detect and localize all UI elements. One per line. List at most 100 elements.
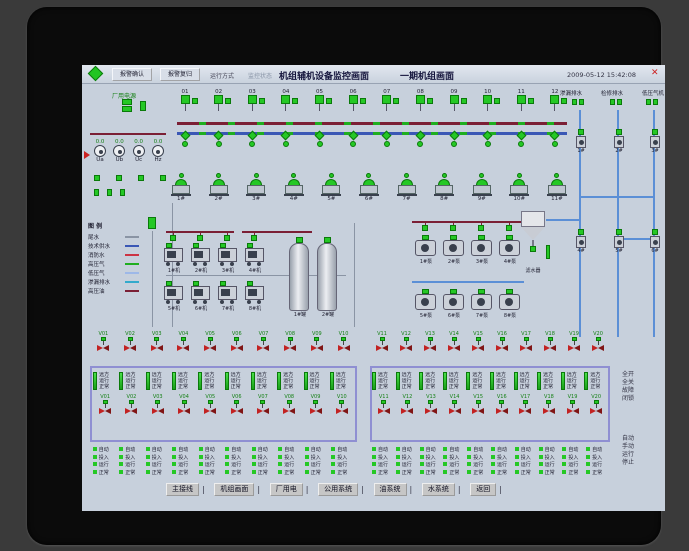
- valve-unit[interactable]: V18: [537, 394, 561, 415]
- pipe-pump-assembly[interactable]: 3#: [647, 129, 663, 154]
- breaker-icon[interactable]: [140, 101, 146, 111]
- breaker-icon[interactable]: [550, 95, 568, 104]
- valve-unit[interactable]: V04: [172, 394, 196, 415]
- valve-unit[interactable]: V19: [561, 394, 585, 415]
- valve-icon[interactable]: [316, 141, 323, 147]
- pump-unit[interactable]: 11#: [544, 173, 570, 203]
- valve-unit[interactable]: V12: [396, 394, 420, 415]
- breaker-icon[interactable]: [180, 95, 198, 104]
- transformer-icon[interactable]: [122, 99, 132, 113]
- nav-button[interactable]: 厂用电: [269, 483, 303, 496]
- pipe-pump-assembly[interactable]: 6#: [647, 229, 663, 254]
- valve-icon[interactable]: [138, 175, 144, 181]
- air-tank[interactable]: 1#罐: [289, 237, 309, 318]
- close-icon[interactable]: ✕: [651, 68, 659, 78]
- valve-icon[interactable]: [450, 225, 456, 231]
- disconnector-icon[interactable]: [213, 130, 224, 141]
- breaker-icon[interactable]: [382, 95, 400, 104]
- valve-unit[interactable]: V09: [305, 331, 329, 352]
- valve-unit[interactable]: V07: [251, 394, 275, 415]
- alarm-ack-button[interactable]: 报警确认: [112, 68, 152, 81]
- pipe-pump-assembly[interactable]: 5#: [611, 229, 627, 254]
- valve-unit[interactable]: V17: [514, 394, 538, 415]
- valve-unit[interactable]: V13: [418, 331, 442, 352]
- valve-unit[interactable]: V05: [198, 331, 222, 352]
- valve-icon[interactable]: [160, 175, 166, 181]
- valve-unit[interactable]: V06: [225, 394, 249, 415]
- disconnector-icon[interactable]: [482, 130, 493, 141]
- home-icon[interactable]: [87, 65, 104, 82]
- valve-icon[interactable]: [518, 141, 525, 147]
- pump-unit[interactable]: 1#: [168, 173, 194, 203]
- breaker-icon[interactable]: [483, 95, 501, 104]
- disconnector-icon[interactable]: [314, 130, 325, 141]
- nav-button[interactable]: 返回: [470, 483, 497, 496]
- pipe-pump-assembly[interactable]: 1#: [573, 129, 589, 154]
- alarm-reset-button[interactable]: 报警复归: [160, 68, 200, 81]
- pump-unit[interactable]: 3#: [243, 173, 269, 203]
- pump-unit[interactable]: 7#: [394, 173, 420, 203]
- valve-icon[interactable]: [94, 175, 100, 181]
- valve-unit[interactable]: V14: [442, 331, 466, 352]
- disconnector-icon[interactable]: [516, 130, 527, 141]
- breaker-icon[interactable]: [449, 95, 467, 104]
- valve-unit[interactable]: V17: [514, 331, 538, 352]
- valve-unit[interactable]: V16: [490, 394, 514, 415]
- valve-icon[interactable]: [251, 235, 257, 241]
- valve-unit[interactable]: V02: [118, 331, 142, 352]
- valve-unit[interactable]: V09: [304, 394, 328, 415]
- valve-unit[interactable]: V10: [330, 394, 354, 415]
- valve-unit[interactable]: V18: [538, 331, 562, 352]
- disconnector-icon[interactable]: [415, 130, 426, 141]
- valve-icon[interactable]: [249, 141, 256, 147]
- valve-icon[interactable]: [148, 217, 156, 229]
- breaker-icon[interactable]: [348, 95, 366, 104]
- disconnector-icon[interactable]: [280, 130, 291, 141]
- valve-unit[interactable]: V10: [332, 331, 356, 352]
- valve-unit[interactable]: V12: [394, 331, 418, 352]
- pump-unit[interactable]: 4#: [281, 173, 307, 203]
- disconnector-icon[interactable]: [180, 130, 190, 141]
- valve-unit[interactable]: V19: [562, 331, 586, 352]
- valve-unit[interactable]: V08: [278, 331, 302, 352]
- valve-unit[interactable]: V04: [171, 331, 195, 352]
- valve-unit[interactable]: V15: [466, 331, 490, 352]
- disconnector-icon[interactable]: [449, 130, 459, 141]
- disconnector-icon[interactable]: [348, 130, 359, 141]
- valve-unit[interactable]: V11: [370, 331, 394, 352]
- valve-unit[interactable]: V13: [419, 394, 443, 415]
- valve-icon[interactable]: [422, 225, 428, 231]
- nav-button[interactable]: 主接线: [166, 483, 199, 496]
- air-tank[interactable]: 2#罐: [317, 237, 337, 318]
- valve-unit[interactable]: V01: [93, 394, 117, 415]
- valve-unit[interactable]: V03: [146, 394, 170, 415]
- pump-unit[interactable]: 10#: [506, 173, 532, 203]
- valve-unit[interactable]: V08: [277, 394, 301, 415]
- valve-unit[interactable]: V20: [586, 331, 610, 352]
- valve-unit[interactable]: V05: [198, 394, 222, 415]
- pipe-pump-assembly[interactable]: 2#: [611, 129, 627, 154]
- pump-unit[interactable]: 8#: [431, 173, 457, 203]
- valve-icon[interactable]: [350, 141, 357, 147]
- breaker-icon[interactable]: [214, 95, 232, 104]
- valve-unit[interactable]: V15: [466, 394, 490, 415]
- valve-icon[interactable]: [451, 141, 457, 147]
- valve-unit[interactable]: V07: [251, 331, 275, 352]
- disconnector-icon[interactable]: [381, 130, 392, 141]
- valve-unit[interactable]: V20: [584, 394, 608, 415]
- breaker-icon[interactable]: [415, 95, 433, 104]
- breaker-icon[interactable]: [247, 95, 265, 104]
- valve-unit[interactable]: V01: [91, 331, 115, 352]
- disconnector-icon[interactable]: [549, 130, 560, 141]
- valve-unit[interactable]: V03: [145, 331, 169, 352]
- pump-unit[interactable]: 5#: [318, 173, 344, 203]
- valve-unit[interactable]: V11: [372, 394, 396, 415]
- nav-button[interactable]: 机组画面: [214, 483, 255, 496]
- valve-icon[interactable]: [197, 235, 203, 241]
- disconnector-icon[interactable]: [247, 130, 258, 141]
- valve-unit[interactable]: V02: [119, 394, 143, 415]
- valve-icon[interactable]: [170, 235, 176, 241]
- strainer-vessel[interactable]: 滤水器: [520, 211, 550, 274]
- valve-icon[interactable]: [282, 141, 289, 147]
- pump-unit[interactable]: 2#: [206, 173, 232, 203]
